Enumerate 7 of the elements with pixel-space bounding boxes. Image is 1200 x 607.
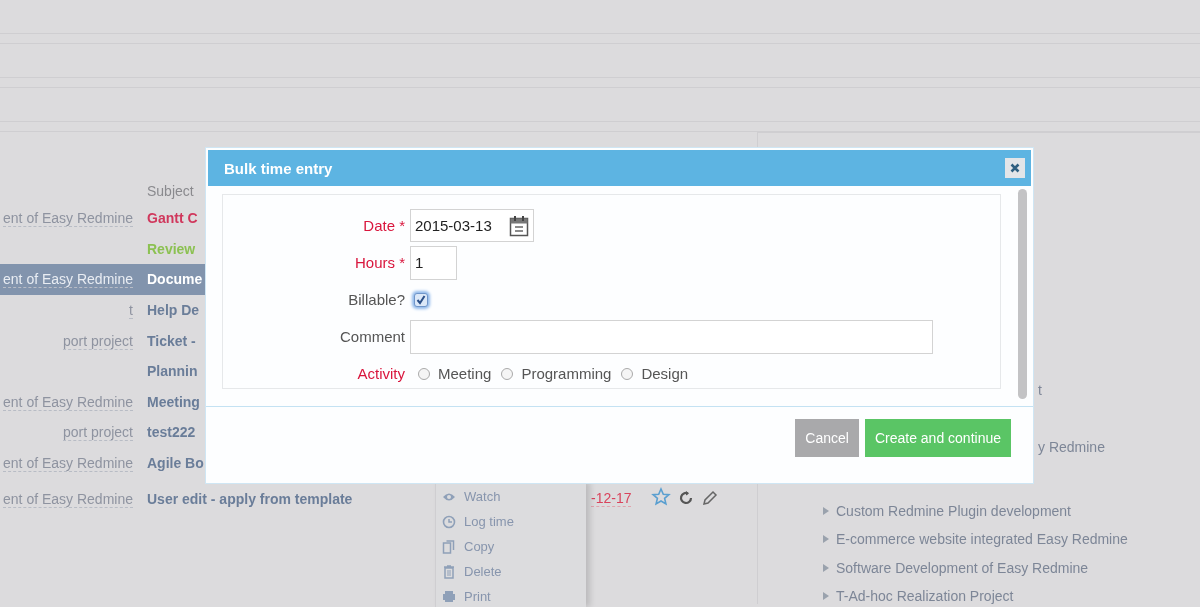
- due-date: -12-17: [591, 489, 632, 507]
- field-label: Billable?: [347, 291, 405, 308]
- field-label: Comment: [338, 328, 405, 345]
- dialog-title: Bulk time entry: [224, 159, 333, 177]
- field-label: Hours *: [353, 254, 405, 271]
- field-label: Activity: [356, 365, 405, 382]
- field-label: Date *: [362, 217, 405, 234]
